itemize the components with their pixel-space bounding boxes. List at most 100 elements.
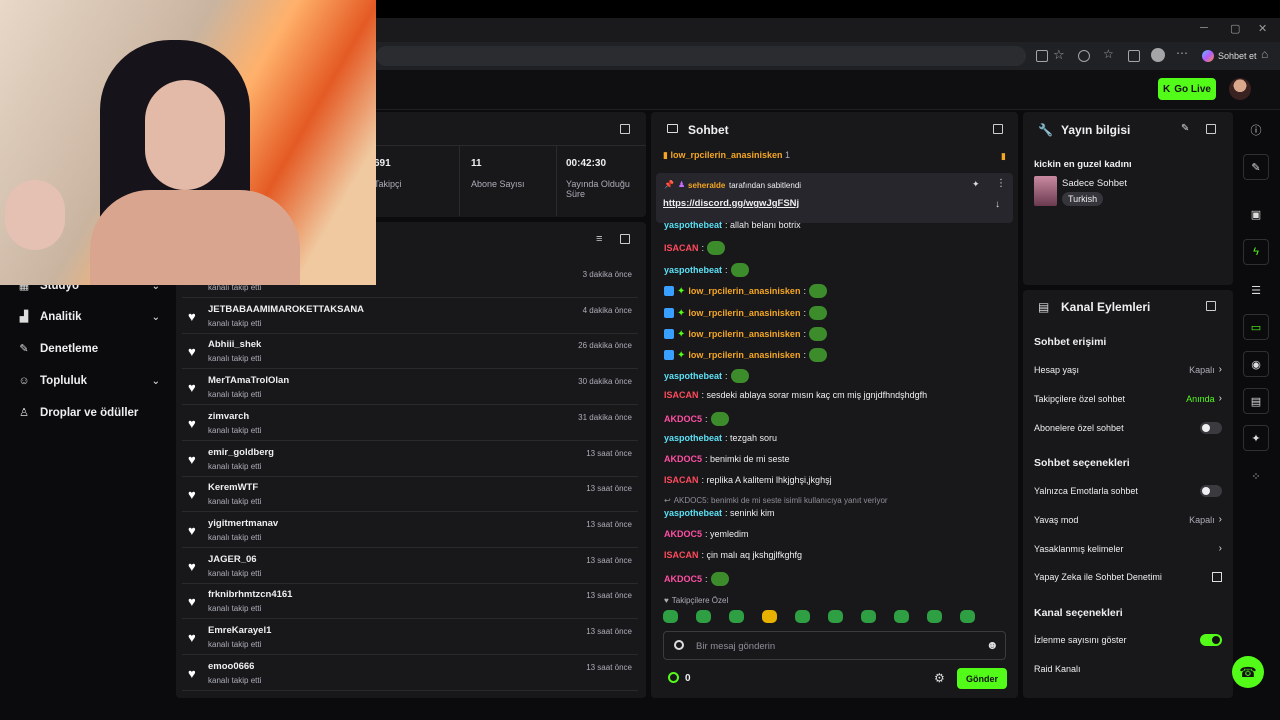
follower-row[interactable]: ♥ zimvarch kanalı takip etti 31 dakika önce [182,406,638,441]
copilot-button[interactable]: Sohbet et [1198,46,1261,66]
favorites-icon[interactable]: ☆ [1103,47,1114,61]
chat-username[interactable]: low_rpcilerin_anasinisken [688,286,800,296]
emote-source-icon[interactable] [674,640,684,650]
chat-message[interactable]: yaspothebeat: [664,263,749,277]
emote-icon[interactable] [927,610,942,623]
popout-icon[interactable] [620,234,630,244]
broadcast-icon[interactable]: ◉ [1243,351,1269,377]
wrench-icon[interactable]: ✦ [1243,425,1269,451]
emote-icon[interactable] [762,610,777,623]
chat-username[interactable]: ISACAN [664,390,699,400]
pinned-link[interactable]: https://discord.gg/wgwJgFSNj [663,198,799,209]
chat-message[interactable]: AKDOC5: benimki de mi seste [664,454,790,464]
follower-row[interactable]: ♥ Abhiii_shek kanalı takip etti 26 dakika ö… [182,334,638,370]
sidebar-item-analytics[interactable]: ▟ Analitik ⌄ [18,311,160,323]
follower-row[interactable]: ♥ yigitmertmanav kanalı takip etti 13 saat … [182,513,638,548]
emote-icon[interactable] [828,610,843,623]
profile-icon[interactable] [1151,48,1165,62]
avatar[interactable] [1229,78,1251,100]
chat-username[interactable]: AKDOC5 [664,454,702,464]
chat-message[interactable]: ISACAN: replika A kalitemi lhkjghşi,jkgh… [664,475,832,485]
chat-username[interactable]: low_rpcilerin_anasinisken [688,350,800,360]
maximize-icon[interactable]: ▢ [1230,22,1240,35]
account-age-setting[interactable]: Hesap yaşı Kapalı › [1034,364,1222,375]
unpin-icon[interactable]: ✦ [972,179,980,190]
follower-row[interactable]: ♥ MerTAmaTrolOlan kanalı takip etti 30 daki… [182,370,638,406]
follower-row[interactable]: ♥ emir_goldberg kanalı takip etti 13 saat ö… [182,442,638,477]
emote-only-toggle[interactable] [1200,485,1222,497]
follower-row[interactable]: ♥ EmreKarayel1 kanalı takip etti 13 saat ön… [182,620,638,655]
popout-icon[interactable] [1206,124,1216,134]
ai-moderation-setting[interactable]: Yapay Zeka ile Sohbet Denetimi [1034,572,1222,582]
chat-message[interactable]: ✦ low_rpcilerin_anasinisken: [664,306,827,320]
list-icon[interactable]: ☰ [1243,277,1269,303]
server-icon[interactable]: ▤ [1243,388,1269,414]
apps-icon[interactable]: ⁘ [1243,463,1269,489]
favorite-star-icon[interactable]: ☆ [1053,47,1065,63]
go-live-button[interactable]: K Go Live [1158,78,1216,100]
chat-message[interactable]: ✦ low_rpcilerin_anasinisken: [664,284,827,298]
chat-bubble-icon[interactable]: ▭ [1243,314,1269,340]
top-gifter[interactable]: ▮ low_rpcilerin_anasinisken 1 [663,150,790,161]
points-icon[interactable] [668,672,679,683]
language-tag[interactable]: Turkish [1062,192,1104,206]
popout-icon[interactable] [993,124,1003,134]
close-icon[interactable]: ✕ [1258,22,1267,35]
chat-message[interactable]: yaspothebeat: [664,369,749,383]
chat-username[interactable]: yaspothebeat [664,371,722,381]
raid-channel-setting[interactable]: Raid Kanalı [1034,664,1222,674]
edit-icon[interactable]: ✎ [1243,154,1269,180]
address-bar[interactable] [376,46,1026,66]
chat-username[interactable]: ISACAN [664,243,699,253]
chat-message[interactable]: yaspothebeat: seninki kim [664,508,775,518]
chat-message[interactable]: ✦ low_rpcilerin_anasinisken: [664,348,827,362]
follower-row[interactable]: ♥ JETBABAAMIMAROKETTAKSANA kanalı takip et… [182,299,638,334]
emote-icon[interactable] [960,610,975,623]
chat-message[interactable]: AKDOC5: [664,572,729,586]
slow-mode-setting[interactable]: Yavaş mod Kapalı › [1034,514,1222,525]
category-name[interactable]: Sadece Sohbet [1062,178,1127,189]
emote-icon[interactable] [861,610,876,623]
send-button[interactable]: Gönder [957,668,1007,689]
chat-username[interactable]: yaspothebeat [664,265,722,275]
popout-icon[interactable] [620,124,630,134]
emote-icon[interactable] [795,610,810,623]
chat-username[interactable]: ISACAN [664,550,699,560]
lightning-icon[interactable]: ϟ [1243,239,1269,265]
chat-username[interactable]: AKDOC5 [664,574,702,584]
sidebar-item-moderation[interactable]: ✎ Denetleme [18,343,160,355]
chat-message[interactable]: ✦ low_rpcilerin_anasinisken: [664,327,827,341]
emote-icon[interactable] [729,610,744,623]
support-headset-icon[interactable]: ☎ [1232,656,1264,688]
popout-icon[interactable] [1206,301,1216,311]
sidebar-pin-icon[interactable]: ⌂ [1261,47,1268,61]
extensions-icon[interactable] [1078,50,1090,62]
emote-icon[interactable] [894,610,909,623]
chat-message[interactable]: yaspothebeat: tezgah soru [664,433,777,443]
emoji-picker-icon[interactable]: ☻ [986,638,999,652]
show-viewers-toggle[interactable] [1200,634,1222,646]
chat-username[interactable]: yaspothebeat [664,433,722,443]
chat-username[interactable]: AKDOC5 [664,529,702,539]
follower-row[interactable]: ♥ frknibrhmtzcn4161 kanalı takip etti 13 sa… [182,584,638,620]
follower-row[interactable]: ♥ JAGER_06 kanalı takip etti 13 saat önce [182,549,638,584]
pinned-message[interactable]: 📌 ♟ seheralde tarafından sabitlendi ✦ ⋮ … [656,173,1013,223]
info-icon[interactable]: ⓘ [1243,117,1269,143]
arrow-down-icon[interactable]: ↓ [995,199,1000,210]
kebab-menu-icon[interactable]: ⋮ [996,178,1006,189]
collections-icon[interactable] [1128,50,1140,62]
banned-words-setting[interactable]: Yasaklanmış kelimeler › [1034,543,1222,554]
chat-username[interactable]: yaspothebeat [664,508,722,518]
filter-icon[interactable]: ≡ [596,233,602,245]
sidebar-item-community[interactable]: ☺ Topluluk ⌄ [18,375,160,387]
chat-username[interactable]: low_rpcilerin_anasinisken [688,308,800,318]
subs-only-toggle[interactable] [1200,422,1222,434]
emote-icon[interactable] [696,610,711,623]
chat-message[interactable]: ISACAN: sesdeki ablaya sorar mısın kaç c… [664,390,927,400]
category-thumbnail[interactable] [1034,176,1057,206]
chat-username[interactable]: ISACAN [664,475,699,485]
followers-only-setting[interactable]: Takipçilere özel sohbet Anında › [1034,393,1222,404]
edit-icon[interactable]: ✎ [1181,123,1189,134]
chat-message[interactable]: AKDOC5: yemledim [664,529,749,539]
chat-input[interactable]: Bir mesaj gönderin ☻ [663,631,1006,660]
